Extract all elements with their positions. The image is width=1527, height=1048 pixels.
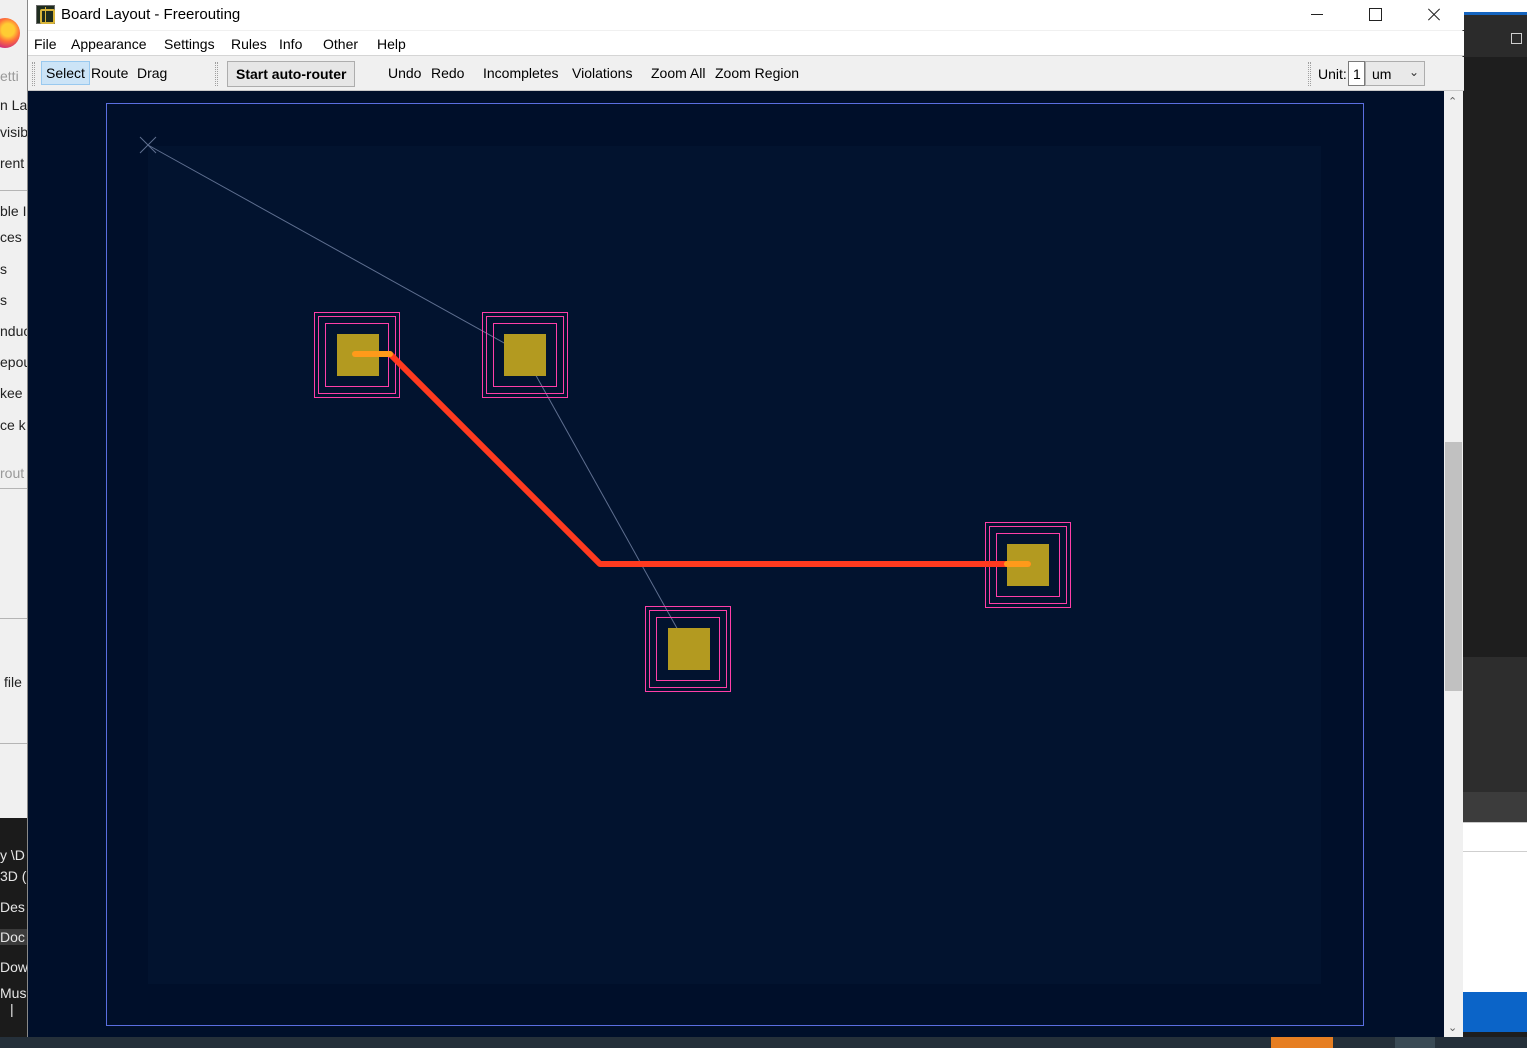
undo-button[interactable]: Undo [388,65,421,81]
bg-text: epou [0,354,27,370]
taskbar-app-highlight[interactable] [1271,1037,1333,1048]
menu-info[interactable]: Info [279,36,302,52]
bg-text: ce k [0,417,26,433]
incompletes-button[interactable]: Incompletes [483,65,558,81]
close-button[interactable] [1404,0,1462,30]
unit-select[interactable]: um ⌄ [1365,61,1425,86]
violations-button[interactable]: Violations [572,65,632,81]
unit-label: Unit: [1318,66,1347,82]
bg-text: rout [0,465,25,481]
bg-text: etti [0,68,19,84]
divider [0,190,27,191]
divider [0,618,27,619]
bg-text: ble I [0,203,27,219]
desktop: etti n La visibl rent ble I ces s s nduc… [0,0,1527,1048]
bg-text: | [10,1001,14,1017]
redo-button[interactable]: Redo [431,65,464,81]
menu-appearance[interactable]: Appearance [71,36,147,52]
bg-text: s [0,261,7,277]
bg-titlebar [1463,0,1527,12]
route-mode-button[interactable]: Route [91,65,128,81]
background-window-right [1463,0,1527,1048]
window-title: Board Layout - Freerouting [61,6,241,23]
taskbar-app-button[interactable] [1395,1037,1435,1048]
bg-text: y \D [0,847,25,863]
zoom-region-button[interactable]: Zoom Region [715,65,799,81]
board-canvas[interactable] [28,91,1444,1037]
zoom-all-button[interactable]: Zoom All [651,65,705,81]
bg-text: Doc [0,929,27,945]
vertical-scrollbar[interactable]: ⌃ ⌄ [1444,91,1463,1037]
chevron-down-icon: ⌄ [1409,65,1420,79]
bg-panel [1463,792,1527,822]
bg-text: 3D ( [0,868,27,884]
bg-text: Dow [0,959,27,975]
toolbar-grip[interactable] [1308,62,1311,86]
board-drawing[interactable] [28,91,1444,1037]
background-window-left: etti n La visibl rent ble I ces s s nduc… [0,0,27,1048]
menu-rules[interactable]: Rules [231,36,267,52]
scrollbar-thumb[interactable] [1445,442,1462,691]
bg-panel [1463,992,1527,1032]
freerouting-app-icon [36,5,55,24]
bg-text: visibl [0,124,27,140]
minimize-button[interactable] [1288,0,1346,30]
maximize-icon[interactable] [1511,33,1522,44]
bg-text: n La [0,97,27,113]
menu-other[interactable]: Other [323,36,358,52]
bg-text: file [4,674,22,690]
scroll-up-icon[interactable]: ⌃ [1448,95,1457,108]
bg-text: kee [0,385,23,401]
divider [0,743,27,744]
bg-text: Mus [0,985,27,999]
browser-icon[interactable] [0,18,20,48]
board-layout-window: Board Layout - Freerouting File Appearan… [27,0,1464,1037]
select-mode-button[interactable]: Select [41,61,90,85]
bg-panel [1463,822,1527,992]
bg-panel [1463,657,1527,792]
menu-settings[interactable]: Settings [164,36,215,52]
taskbar [0,1037,1527,1048]
menu-bar: File Appearance Settings Rules Info Othe… [28,31,1464,56]
menu-file[interactable]: File [34,36,57,52]
toolbar: Select Route Drag Start auto-router Undo… [28,57,1464,91]
bg-text: nduc [0,323,27,339]
maximize-button[interactable] [1346,0,1404,30]
scroll-down-icon[interactable]: ⌄ [1448,1021,1457,1034]
bg-text: rent [0,155,25,171]
bg-text: s [0,292,7,308]
unit-select-value: um [1372,66,1392,82]
drag-mode-button[interactable]: Drag [137,65,167,81]
bg-text: Des [0,899,25,915]
start-autorouter-button[interactable]: Start auto-router [227,61,356,87]
toolbar-grip[interactable] [32,62,35,86]
menu-help[interactable]: Help [377,36,406,52]
title-bar: Board Layout - Freerouting [28,0,1464,30]
bg-text: ces [0,229,22,245]
unit-value-field[interactable]: 1 [1348,61,1365,86]
divider [0,488,27,489]
toolbar-grip[interactable] [215,62,218,86]
